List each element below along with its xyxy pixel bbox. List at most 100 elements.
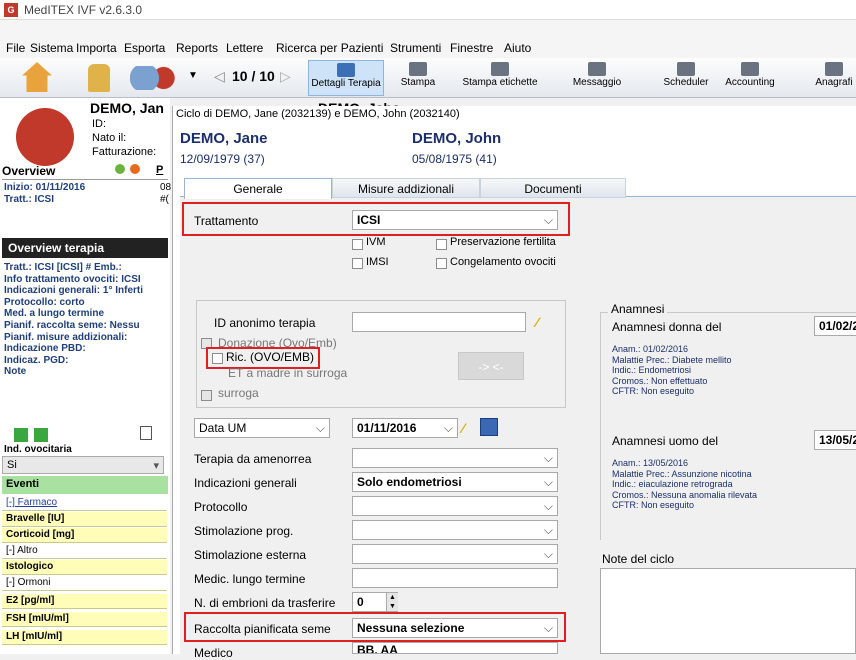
anagrafi-button[interactable]: Anagrafi	[812, 60, 856, 96]
ormoni-group[interactable]: [-] Ormoni	[2, 576, 167, 591]
stimolazione-esterna-select[interactable]: ⌵	[352, 544, 558, 564]
imsi-checkbox[interactable]	[352, 258, 363, 269]
anamnesi-line: CFTR: Non eseguito	[612, 500, 695, 510]
stepper-arrows-icon[interactable]: ▲ ▼	[386, 593, 398, 611]
farmaco-group[interactable]: [-] Farmaco	[2, 496, 167, 511]
menu-importa[interactable]: Importa	[76, 41, 117, 55]
ivm-checkbox[interactable]	[352, 239, 363, 250]
overview-tab[interactable]: Overview	[2, 164, 55, 178]
stimolazione-prog-select[interactable]: ⌵	[352, 520, 558, 540]
menu-esporta[interactable]: Esporta	[124, 41, 165, 55]
data-um-date[interactable]: 01/11/2016 ⌵	[352, 418, 458, 438]
details-therapy-button[interactable]: Dettagli Terapia	[308, 60, 384, 96]
calendar-icon[interactable]	[140, 426, 152, 440]
print-labels-button[interactable]: Stampa etichette	[460, 60, 540, 96]
magic-wand-icon[interactable]: ⁄	[462, 420, 464, 436]
anamnesi-line: Indic.: eiaculazione retrograda	[612, 479, 733, 489]
anamnesi-line: Anam.: 01/02/2016	[612, 344, 689, 354]
next-icon[interactable]: ▷	[280, 68, 291, 85]
note-textarea[interactable]	[600, 568, 856, 654]
chevron-down-icon: ⌵	[543, 475, 553, 489]
menu-strumenti[interactable]: Strumenti	[390, 41, 441, 55]
menu-finestre[interactable]: Finestre	[450, 41, 493, 55]
anamnesi-line: Anam.: 13/05/2016	[612, 458, 689, 468]
indicazioni-select[interactable]: Solo endometriosi ⌵	[352, 472, 558, 492]
title-bar: G MedITEX IVF v2.6.3.0	[0, 0, 856, 20]
overview-col-p[interactable]: P	[156, 164, 163, 176]
anamnesi-uomo-date[interactable]: 13/05/2	[814, 430, 856, 450]
male-dob: 05/08/1975 (41)	[412, 152, 497, 166]
congelamento-checkbox[interactable]	[436, 258, 447, 269]
events-header[interactable]: Eventi	[2, 476, 168, 494]
home-icon[interactable]	[22, 62, 52, 92]
lock-icon[interactable]	[88, 64, 110, 92]
data-um-select[interactable]: Data UM ⌵	[194, 418, 330, 438]
menu-file[interactable]: File	[6, 41, 25, 55]
tab-generale[interactable]: Generale	[184, 178, 332, 199]
tab-misure-addizionali[interactable]: Misure addizionali	[332, 178, 480, 198]
transfer-button[interactable]: -> <-	[458, 352, 524, 380]
patient-dob-label: Nato il:	[92, 132, 127, 144]
et-madre-label: ET a madre in surroga	[228, 366, 348, 380]
anamnesi-donna-date[interactable]: 01/02/2	[814, 316, 856, 336]
menu-ricerca[interactable]: Ricerca per Pazienti	[276, 41, 383, 55]
tab-documenti[interactable]: Documenti	[480, 178, 626, 198]
message-icon	[588, 62, 606, 76]
row-label: Indicazioni generali	[194, 476, 297, 490]
menu-sistema[interactable]: Sistema	[30, 41, 73, 55]
print-labels-label: Stampa etichette	[462, 77, 538, 88]
accounting-button[interactable]: Accounting	[720, 60, 780, 96]
menu-aiuto[interactable]: Aiuto	[504, 41, 531, 55]
altro-group[interactable]: [-] Altro	[2, 544, 167, 559]
medic-lungo-input[interactable]	[352, 568, 558, 588]
female-name: DEMO, Jane	[180, 130, 268, 147]
anamnesi-donna-label: Anamnesi donna del	[612, 320, 722, 334]
prev-icon[interactable]: ◁	[214, 68, 225, 85]
male-name: DEMO, John	[412, 130, 502, 147]
therapy-line: Pianif. misure addizionali:	[4, 331, 128, 343]
patient-name: DEMO, Jan	[90, 100, 164, 116]
magic-wand-icon[interactable]: ⁄	[536, 314, 538, 330]
menu-strip	[0, 20, 856, 38]
female-dob: 12/09/1979 (37)	[180, 152, 265, 166]
calculator-icon[interactable]	[480, 418, 498, 436]
preservazione-checkbox[interactable]	[436, 239, 447, 250]
surroga-checkbox[interactable]	[201, 390, 212, 401]
anamnesi-donna-text: Anam.: 01/02/2016 Malattie Prec.: Diabet…	[612, 344, 732, 397]
couple-icon[interactable]	[130, 66, 178, 90]
message-label: Messaggio	[572, 77, 622, 88]
row-label: N. di embrioni da trasferire	[194, 596, 336, 610]
scheduler-button[interactable]: Scheduler	[660, 60, 712, 96]
ovo-indication-label: Ind. ovocitaria	[4, 444, 72, 455]
fsh-row[interactable]: FSH [mIU/ml]	[2, 612, 167, 627]
surroga-label: surroga	[218, 386, 259, 400]
chevron-down-icon: ⌵	[315, 421, 325, 435]
dialog-title: Ciclo di DEMO, Jane (2032139) e DEMO, Jo…	[176, 108, 460, 120]
anamnesi-title: Anamnesi	[608, 302, 668, 316]
message-button[interactable]: Messaggio	[570, 60, 624, 96]
corticoid-row[interactable]: Corticoid [mg]	[2, 528, 167, 543]
add-med-icon[interactable]	[34, 428, 48, 442]
therapy-line: Indicazioni generali: 1° Inferti	[4, 285, 144, 297]
e2-row[interactable]: E2 [pg/ml]	[2, 594, 167, 609]
medico-select[interactable]: BB, AA	[352, 642, 558, 654]
menu-reports[interactable]: Reports	[176, 41, 218, 55]
bravelle-row[interactable]: Bravelle [IU]	[2, 512, 167, 527]
menu-lettere[interactable]: Lettere	[226, 41, 263, 55]
protocollo-select[interactable]: ⌵	[352, 496, 558, 516]
terapia-amenorrea-select[interactable]: ⌵	[352, 448, 558, 468]
chevron-down-icon: ⌵	[543, 547, 553, 561]
istologico-row[interactable]: Istologico	[2, 560, 167, 575]
id-anonimo-input[interactable]	[352, 312, 526, 332]
print-button[interactable]: Stampa	[396, 60, 440, 96]
data-um-label: Data UM	[199, 421, 247, 435]
add-event-icon[interactable]	[14, 428, 28, 442]
therapy-line: Med. a lungo termine	[4, 308, 105, 320]
anamnesi-line: Malattie Prec.: Diabete mellito	[612, 354, 732, 365]
dropdown-arrow-icon[interactable]: ▼	[188, 70, 198, 81]
row-label: Stimolazione esterna	[194, 548, 307, 562]
lh-row[interactable]: LH [mIU/ml]	[2, 630, 167, 645]
ovo-indication-select[interactable]: Si ▾	[2, 456, 164, 474]
anamnesi-line: Indic.: Endometriosi	[612, 365, 692, 375]
embrioni-value: 0	[357, 595, 364, 609]
